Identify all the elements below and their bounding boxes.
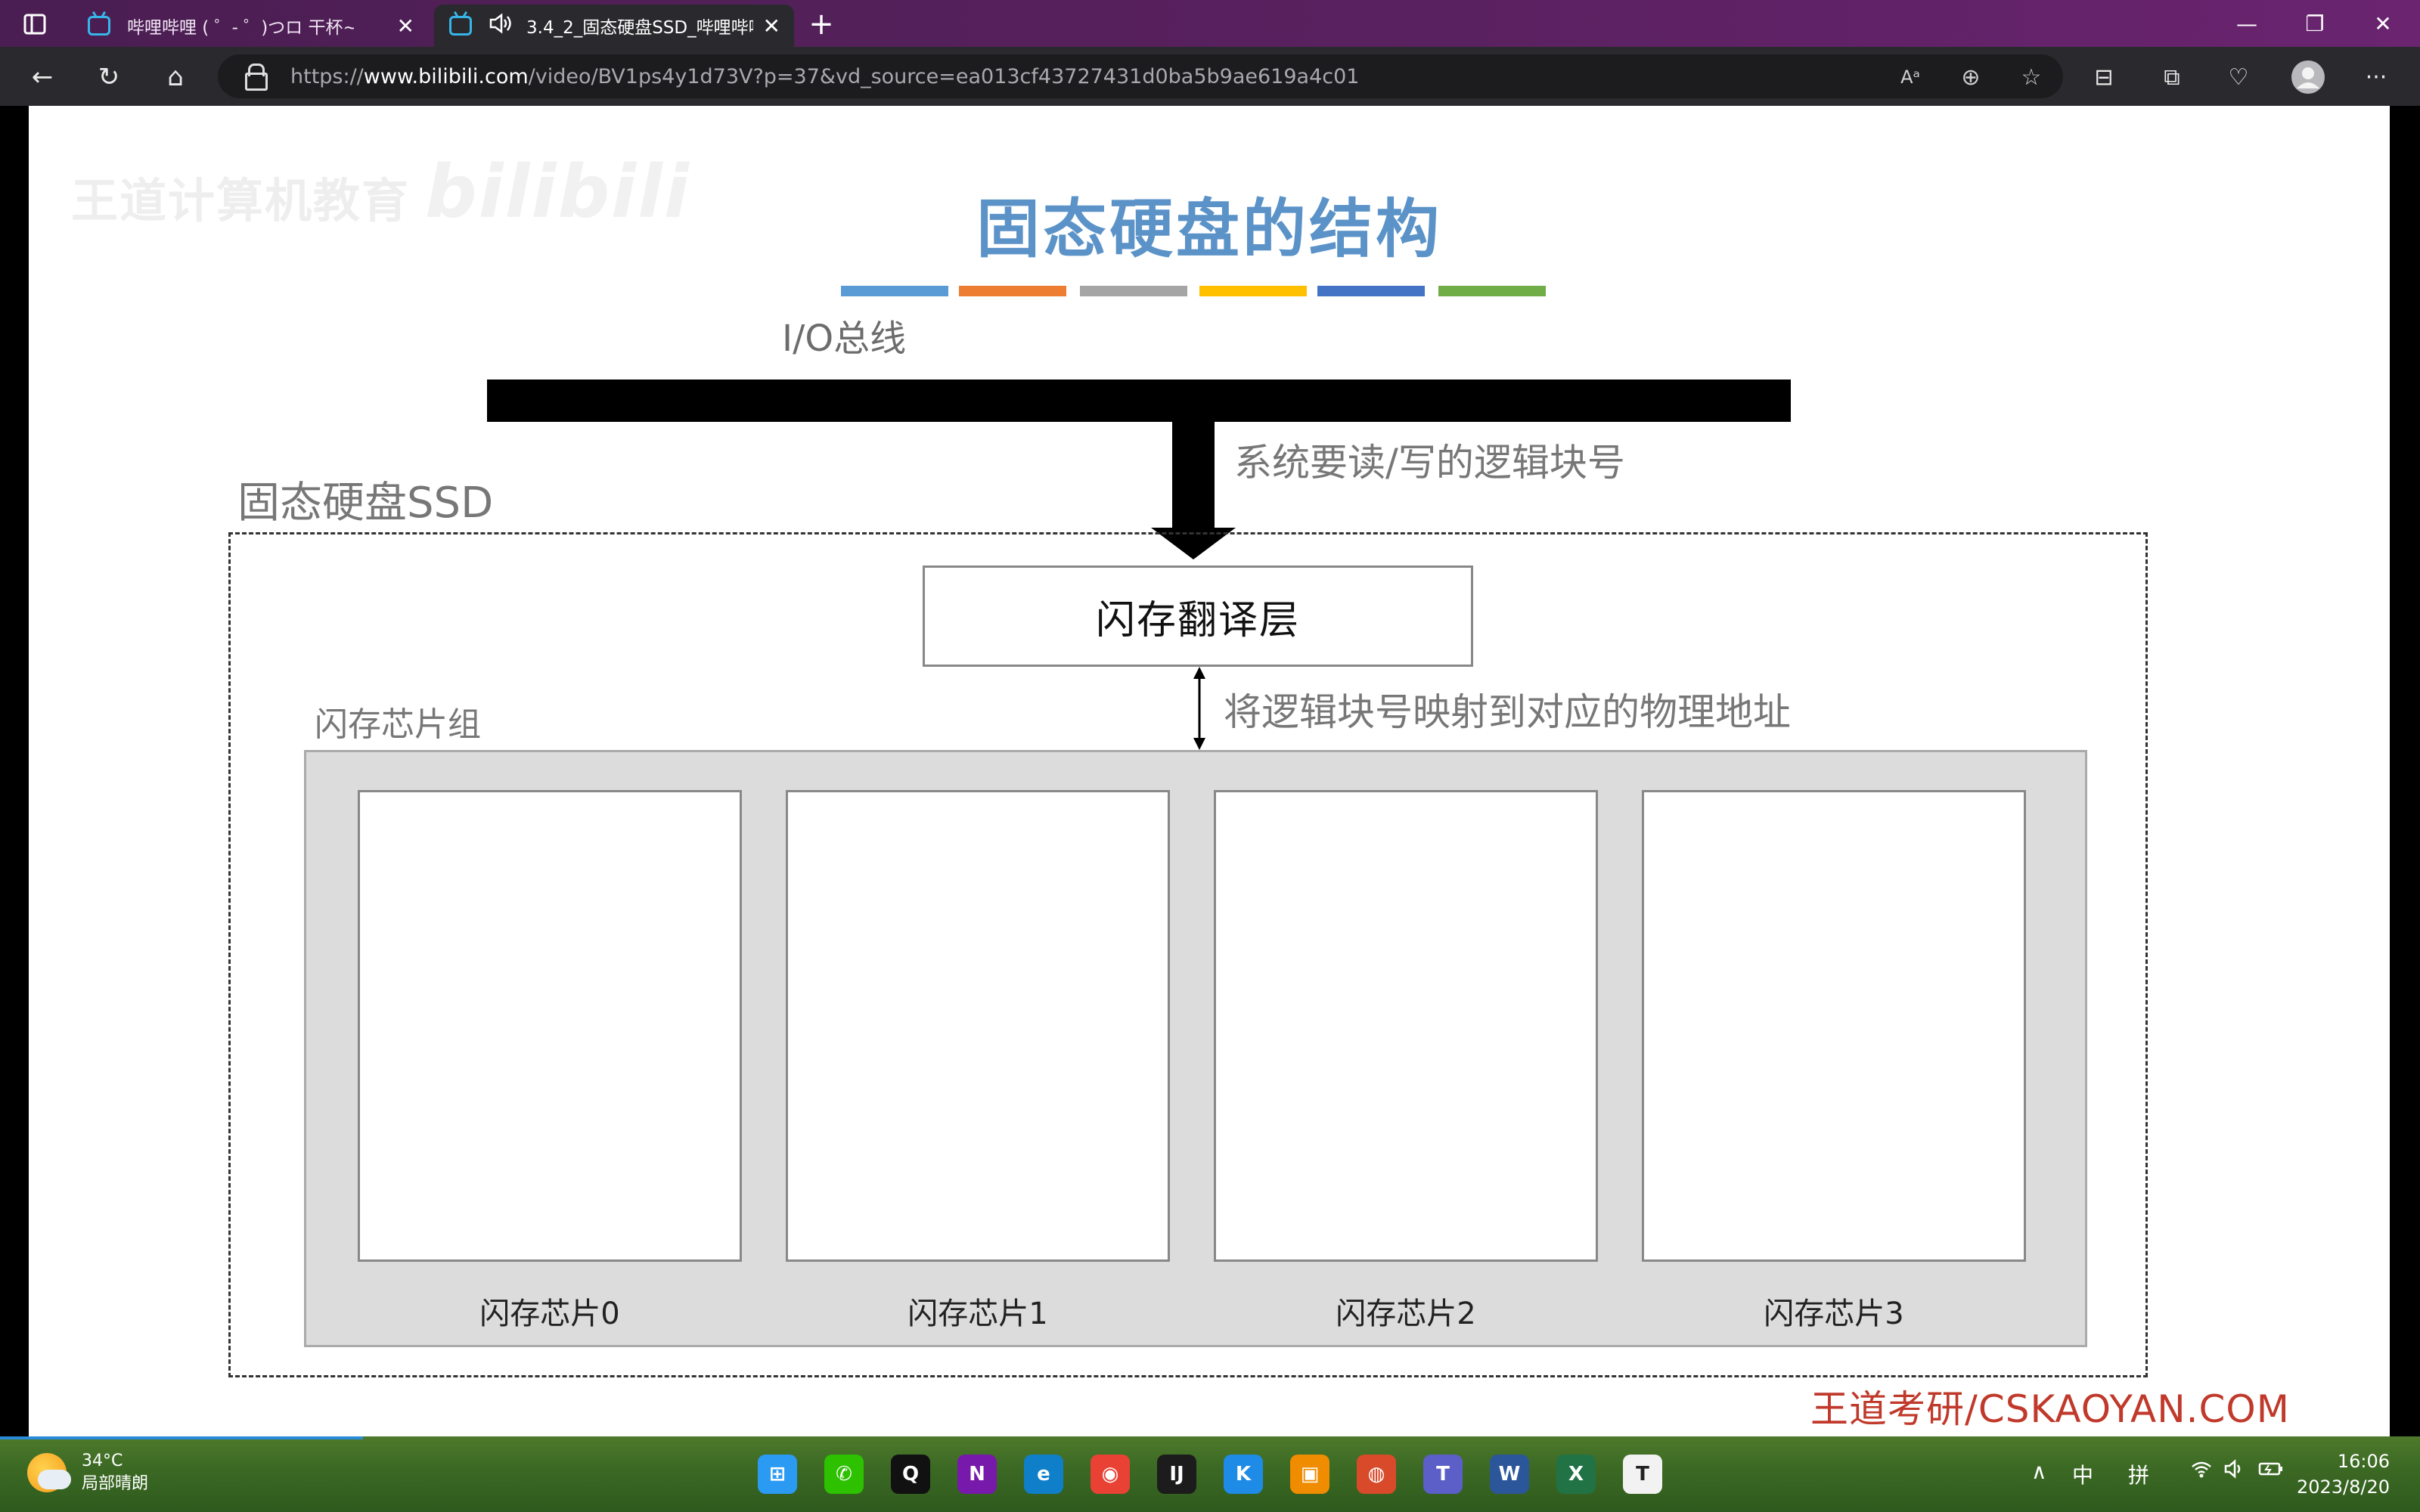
browser-title-bar: 哔哩哔哩 ( ゜- ゜)つロ 干杯~-bilibili ✕ 3.4_2_固态硬盘… bbox=[0, 0, 2420, 47]
tab-actions-icon[interactable] bbox=[18, 8, 51, 41]
clock-time: 16:06 bbox=[2337, 1451, 2390, 1472]
zoom-icon[interactable]: ⊕ bbox=[1957, 64, 1984, 91]
tray-overflow-icon[interactable]: ∧ bbox=[2031, 1459, 2047, 1484]
ime-mode-indicator[interactable]: 拼 bbox=[2128, 1459, 2149, 1489]
profile-avatar[interactable] bbox=[2288, 57, 2328, 97]
start-icon[interactable]: ⊞ bbox=[758, 1455, 797, 1494]
weather-widget[interactable]: 34°C 局部晴朗 bbox=[27, 1450, 148, 1495]
intellij-icon[interactable]: IJ bbox=[1157, 1455, 1196, 1494]
collections-icon[interactable]: ⧉ bbox=[2152, 57, 2192, 97]
weather-temp: 34°C bbox=[82, 1452, 123, 1470]
edge-icon[interactable]: e bbox=[1024, 1455, 1063, 1494]
flash-chip-2-label: 闪存芯片2 bbox=[1336, 1297, 1476, 1331]
tab-close-icon[interactable]: ✕ bbox=[397, 14, 414, 39]
weather-desc: 局部晴朗 bbox=[82, 1474, 149, 1493]
extensions-icon[interactable]: ♡ bbox=[2219, 57, 2258, 97]
excel-icon[interactable]: X bbox=[1556, 1455, 1596, 1494]
color-bar-1 bbox=[841, 286, 948, 296]
color-bar-2 bbox=[959, 286, 1066, 296]
flash-chip-2 bbox=[1214, 790, 1598, 1262]
lock-icon[interactable] bbox=[245, 64, 268, 91]
url-domain: www.bilibili.com bbox=[363, 65, 529, 88]
new-tab-button[interactable]: + bbox=[805, 7, 838, 42]
tab-title: 哔哩哔哩 ( ゜- ゜)つロ 干杯~-bilibili bbox=[127, 18, 354, 38]
kugou-icon[interactable]: K bbox=[1224, 1455, 1263, 1494]
address-bar[interactable]: https://www.bilibili.com/video/BV1ps4y1d… bbox=[218, 54, 2063, 98]
minimize-button[interactable]: — bbox=[2213, 5, 2281, 42]
color-bar-4 bbox=[1199, 286, 1307, 296]
mapping-double-arrow bbox=[1193, 667, 1205, 750]
home-button[interactable]: ⌂ bbox=[156, 57, 195, 97]
split-screen-icon[interactable]: ⊟ bbox=[2084, 57, 2124, 97]
chrome-icon[interactable]: ◉ bbox=[1091, 1455, 1130, 1494]
back-button[interactable]: ← bbox=[23, 57, 62, 97]
reload-button[interactable]: ↻ bbox=[89, 57, 129, 97]
ime-language-indicator[interactable]: 中 bbox=[2072, 1459, 2093, 1489]
url-prefix: https:// bbox=[290, 65, 364, 88]
restore-button[interactable]: ❐ bbox=[2281, 5, 2349, 42]
volume-icon[interactable] bbox=[2223, 1459, 2246, 1484]
qq-icon[interactable]: Q bbox=[891, 1455, 930, 1494]
logical-block-label: 系统要读/写的逻辑块号 bbox=[1234, 441, 1625, 485]
tab-close-icon[interactable]: ✕ bbox=[763, 14, 780, 39]
read-aloud-icon[interactable]: Aᵃ bbox=[1897, 64, 1924, 91]
color-bar-6 bbox=[1438, 286, 1546, 296]
taskbar: 34°C 局部晴朗 ⊞ ✆ Q Ne ◉ IJ K ▣ ◍ T W X T ∧ 中 拼 16:06 20… bbox=[0, 1436, 2420, 1512]
flash-translation-layer: 闪存翻译层 bbox=[923, 565, 1473, 667]
flash-chip-0 bbox=[358, 790, 742, 1262]
close-window-button[interactable]: ✕ bbox=[2349, 5, 2417, 42]
vmware-icon[interactable]: ▣ bbox=[1290, 1455, 1329, 1494]
flash-chip-0-label: 闪存芯片0 bbox=[479, 1297, 620, 1331]
url-text[interactable]: https://www.bilibili.com/video/BV1ps4y1d… bbox=[290, 65, 1359, 88]
flash-chip-1 bbox=[786, 790, 1170, 1262]
weather-icon bbox=[27, 1453, 71, 1492]
system-clock[interactable]: 16:06 2023/8/20 bbox=[2297, 1448, 2390, 1500]
ssd-label: 固态硬盘SSD bbox=[237, 479, 494, 528]
flash-chip-3-label: 闪存芯片3 bbox=[1764, 1297, 1904, 1331]
typora-icon[interactable]: T bbox=[1623, 1455, 1662, 1494]
video-slide[interactable]: 王道计算机教育 bilibili 固态硬盘的结构 I/O总线 系统要读/写的逻辑块… bbox=[29, 106, 2390, 1436]
snail-icon[interactable]: ◍ bbox=[1357, 1455, 1396, 1494]
url-path: /video/BV1ps4y1d73V?p=37&vd_source=ea013… bbox=[528, 65, 1360, 88]
favorite-star-icon[interactable]: ☆ bbox=[2018, 64, 2045, 91]
navigation-bar: ← ↻ ⌂ https://www.bilibili.com/video/BV1… bbox=[0, 47, 2420, 106]
flash-chip-group: 闪存芯片0 闪存芯片1 闪存芯片2 闪存芯片3 bbox=[304, 750, 2087, 1347]
brand-watermark: 王道考研/CSKAOYAN.COM bbox=[1810, 1387, 2290, 1431]
color-bar-3 bbox=[1080, 286, 1187, 296]
io-bus-label: I/O总线 bbox=[782, 318, 907, 360]
tab-ssd-video[interactable]: 3.4_2_固态硬盘SSD_哔哩哔哩_bilibili ✕ bbox=[434, 5, 794, 47]
word-icon[interactable]: W bbox=[1490, 1455, 1529, 1494]
tab-bilibili-home[interactable]: 哔哩哔哩 ( ゜- ゜)つロ 干杯~-bilibili ✕ bbox=[73, 5, 428, 47]
flash-chip-1-label: 闪存芯片1 bbox=[908, 1297, 1048, 1331]
bilibili-favicon-icon bbox=[449, 16, 472, 36]
mapping-label: 将逻辑块号映射到对应的物理地址 bbox=[1224, 690, 1791, 734]
io-bus bbox=[487, 380, 1791, 422]
teams-icon[interactable]: T bbox=[1423, 1455, 1463, 1494]
color-bar-5 bbox=[1317, 286, 1425, 296]
chip-group-label: 闪存芯片组 bbox=[315, 705, 481, 744]
clock-date: 2023/8/20 bbox=[2296, 1476, 2390, 1498]
battery-icon[interactable] bbox=[2258, 1459, 2284, 1484]
slide-title: 固态硬盘的结构 bbox=[976, 192, 1442, 266]
audio-playing-icon[interactable] bbox=[489, 13, 513, 39]
onenote-icon[interactable]: N bbox=[957, 1455, 997, 1494]
flash-chip-3 bbox=[1642, 790, 2026, 1262]
wechat-icon[interactable]: ✆ bbox=[824, 1455, 864, 1494]
wifi-icon[interactable] bbox=[2190, 1459, 2213, 1484]
bilibili-favicon-icon bbox=[88, 16, 110, 36]
tab-title: 3.4_2_固态硬盘SSD_哔哩哔哩_bilibili bbox=[526, 18, 753, 38]
more-menu-icon[interactable]: ··· bbox=[2356, 57, 2396, 97]
